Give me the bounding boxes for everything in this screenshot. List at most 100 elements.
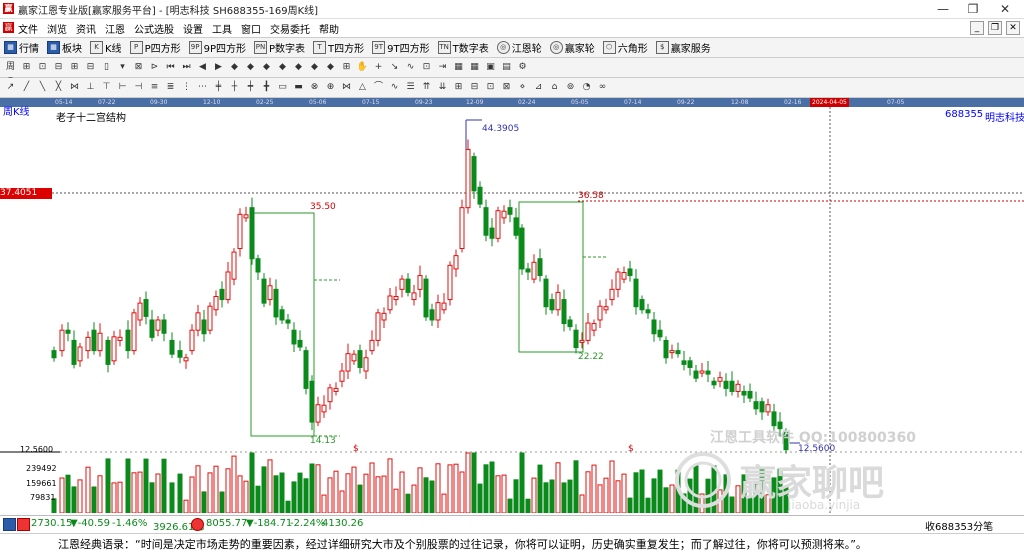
tool-icon[interactable]: ◀: [196, 61, 209, 74]
mdi-close-button[interactable]: ✕: [1006, 21, 1020, 35]
tool-icon[interactable]: ⌂: [548, 81, 561, 94]
tool-icon[interactable]: ⊤: [100, 81, 113, 94]
toolbar-item-0[interactable]: ▦ 行情: [4, 40, 39, 55]
tool-icon[interactable]: ◆: [324, 61, 337, 74]
tool-icon[interactable]: ⊣: [132, 81, 145, 94]
mdi-restore-button[interactable]: ❐: [988, 21, 1002, 35]
tool-icon[interactable]: ╱: [20, 81, 33, 94]
menu-formula[interactable]: 公式选股: [134, 21, 174, 36]
toolbar-item-6[interactable]: T T四方形: [313, 40, 364, 55]
tool-icon[interactable]: ⇊: [436, 81, 449, 94]
tool-icon[interactable]: ⊞: [20, 61, 33, 74]
tool-icon[interactable]: ⋈: [340, 81, 353, 94]
tool-icon[interactable]: ⊗: [308, 81, 321, 94]
tool-icon[interactable]: ╋: [260, 81, 273, 94]
toolbar-item-9[interactable]: ◎ 江恩轮: [496, 40, 542, 55]
tool-icon[interactable]: ╲: [36, 81, 49, 94]
tool-icon[interactable]: ▦: [452, 61, 465, 74]
tool-icon[interactable]: ⊟: [52, 61, 65, 74]
tool-icon[interactable]: ┼: [228, 81, 241, 94]
tool-icon[interactable]: ✋: [356, 61, 369, 74]
menu-gann[interactable]: 江恩: [105, 21, 125, 36]
tool-icon[interactable]: ⊿: [532, 81, 545, 94]
tool-icon[interactable]: ↗: [4, 81, 17, 94]
toolbar-item-12[interactable]: $ 赢家服务: [655, 40, 711, 55]
menu-help[interactable]: 帮助: [319, 21, 339, 36]
tool-icon[interactable]: ☰: [404, 81, 417, 94]
tool-icon[interactable]: ◆: [260, 61, 273, 74]
tool-icon[interactable]: ┿: [244, 81, 257, 94]
tool-icon[interactable]: +: [372, 61, 385, 74]
tool-icon[interactable]: ╳: [52, 81, 65, 94]
close-button[interactable]: ✕: [990, 0, 1020, 18]
maximize-button[interactable]: ❐: [958, 0, 988, 18]
toolbar-item-7[interactable]: 9T 9T四方形: [372, 40, 430, 55]
tool-icon[interactable]: ↘: [388, 61, 401, 74]
mdi-minimize-button[interactable]: _: [970, 21, 984, 35]
tool-icon[interactable]: ⊥: [84, 81, 97, 94]
tool-icon[interactable]: ⏭: [180, 61, 193, 74]
tool-icon[interactable]: ∿: [388, 81, 401, 94]
tool-icon[interactable]: ▾: [116, 61, 129, 74]
toolbar-item-4[interactable]: 9P 9P四方形: [188, 40, 246, 55]
tool-icon[interactable]: ⋈: [68, 81, 81, 94]
toolbar-item-5[interactable]: PN P数字表: [254, 40, 305, 55]
tool-icon[interactable]: △: [356, 81, 369, 94]
menu-browse[interactable]: 浏览: [47, 21, 67, 36]
tool-icon[interactable]: ⋄: [516, 81, 529, 94]
grid-icon[interactable]: [3, 518, 16, 531]
toolbar-item-8[interactable]: TN T数字表: [437, 40, 489, 55]
menu-file[interactable]: 文件: [18, 21, 38, 36]
menu-info[interactable]: 资讯: [76, 21, 96, 36]
tool-icon[interactable]: ◆: [292, 61, 305, 74]
toolbar-item-2[interactable]: K K线: [90, 40, 122, 55]
toolbar-item-11[interactable]: ⬡ 六角形: [602, 40, 648, 55]
tool-icon[interactable]: ⊠: [500, 81, 513, 94]
tool-icon[interactable]: ⊟: [468, 81, 481, 94]
toolbar-item-1[interactable]: ▦ 板块: [47, 40, 82, 55]
tool-icon[interactable]: ◆: [276, 61, 289, 74]
menu-settings[interactable]: 设置: [183, 21, 203, 36]
tool-icon[interactable]: ⊡: [420, 61, 433, 74]
shenzhen-icon[interactable]: [191, 518, 204, 531]
tool-icon[interactable]: ≡: [148, 81, 161, 94]
tool-icon[interactable]: ⊞: [340, 61, 353, 74]
tool-icon[interactable]: ⊟: [84, 61, 97, 74]
shanghai-icon[interactable]: [17, 518, 30, 531]
tool-icon[interactable]: ⇈: [420, 81, 433, 94]
menu-trade[interactable]: 交易委托: [270, 21, 310, 36]
tool-icon[interactable]: ◆: [244, 61, 257, 74]
tool-icon[interactable]: ▯: [100, 61, 113, 74]
tool-icon[interactable]: ⚙: [516, 61, 529, 74]
toolbar-item-10[interactable]: ◎ 赢家轮: [549, 40, 595, 55]
tool-icon[interactable]: ▦: [468, 61, 481, 74]
tool-icon[interactable]: ▭: [276, 81, 289, 94]
toolbar-item-3[interactable]: P P四方形: [129, 40, 181, 55]
tool-icon[interactable]: ⊕: [324, 81, 337, 94]
menu-tools[interactable]: 工具: [212, 21, 232, 36]
menu-window[interactable]: 窗口: [241, 21, 261, 36]
tool-icon[interactable]: ≣: [164, 81, 177, 94]
tool-icon[interactable]: 周▾: [4, 61, 17, 85]
tool-icon[interactable]: ⊳: [148, 61, 161, 74]
tool-icon[interactable]: ⊚: [564, 81, 577, 94]
tool-icon[interactable]: ⊡: [484, 81, 497, 94]
tool-icon[interactable]: ◆: [228, 61, 241, 74]
tool-icon[interactable]: ◆: [308, 61, 321, 74]
tool-icon[interactable]: ⋯: [196, 81, 209, 94]
tool-icon[interactable]: ⊠: [132, 61, 145, 74]
tool-icon[interactable]: ▶: [212, 61, 225, 74]
tool-icon[interactable]: ⇥: [436, 61, 449, 74]
tool-icon[interactable]: ▤: [500, 61, 513, 74]
tool-icon[interactable]: ⊞: [452, 81, 465, 94]
tool-icon[interactable]: ◔: [580, 81, 593, 94]
tool-icon[interactable]: ╪: [212, 81, 225, 94]
tool-icon[interactable]: ⌒: [372, 81, 385, 94]
tool-icon[interactable]: ⊡: [36, 61, 49, 74]
tick-detail[interactable]: 收688353分笔: [925, 518, 993, 533]
minimize-button[interactable]: —: [928, 0, 958, 18]
tool-icon[interactable]: ∞: [596, 81, 609, 94]
tool-icon[interactable]: ⊢: [116, 81, 129, 94]
tool-icon[interactable]: ▣: [484, 61, 497, 74]
tool-icon[interactable]: ⋮: [180, 81, 193, 94]
